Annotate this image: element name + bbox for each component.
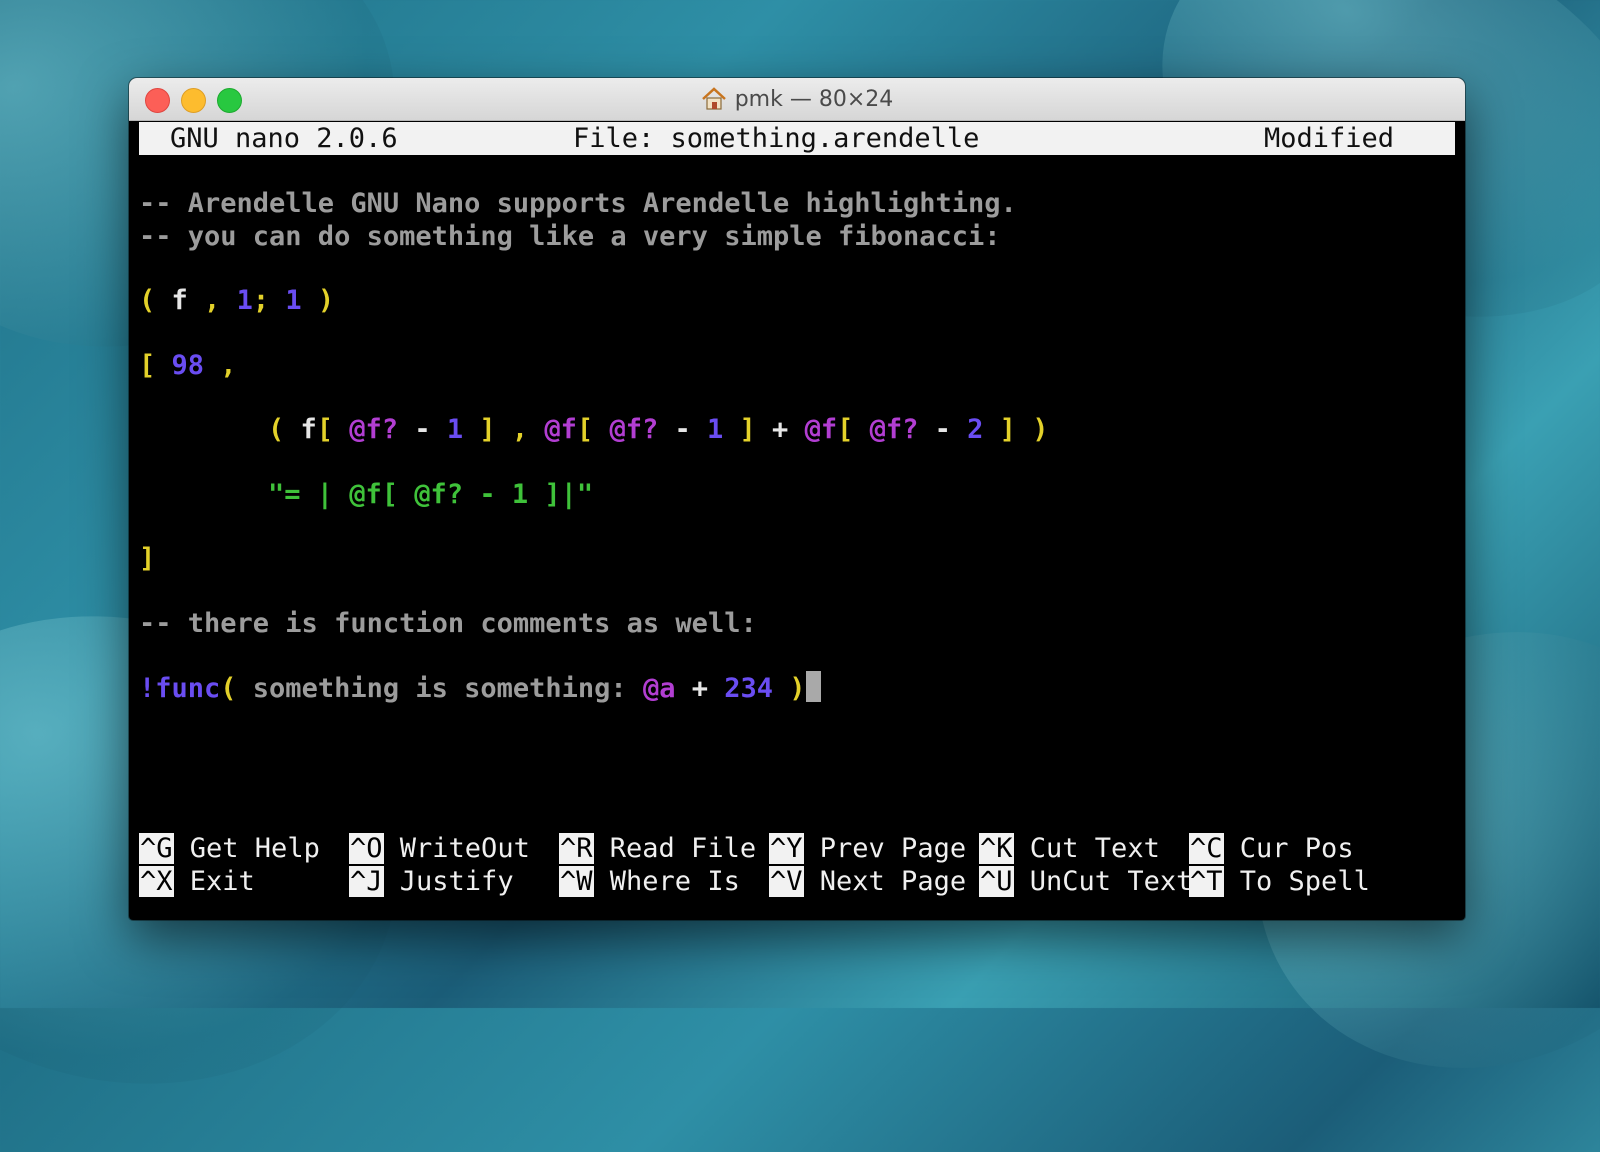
shortcut-key: ^W: [559, 866, 594, 897]
code-line: ]: [139, 543, 156, 574]
code-token: [: [576, 414, 610, 445]
shortcut-cut-text[interactable]: ^K Cut Text: [979, 832, 1160, 865]
code-token: @f?: [609, 414, 659, 445]
code-token: ;: [252, 285, 286, 316]
shortcut-next-page[interactable]: ^V Next Page: [769, 865, 966, 898]
shortcut-read-file[interactable]: ^R Read File: [559, 832, 756, 865]
code-token: 2: [967, 414, 984, 445]
code-line: !func( something is something: @a + 234 …: [139, 671, 821, 704]
code-token: [: [837, 414, 870, 445]
shortcut-to-spell[interactable]: ^T To Spell: [1189, 865, 1370, 898]
shortcut-key: ^T: [1189, 866, 1224, 897]
code-token: 1: [707, 414, 724, 445]
window-title-area: pmk — 80×24: [129, 78, 1465, 120]
code-token: ]: [723, 414, 773, 445]
nano-version: GNU nano 2.0.6: [170, 123, 398, 154]
shortcut-label: To Spell: [1239, 866, 1370, 897]
code-token: ,: [187, 285, 237, 316]
code-token: 1: [285, 285, 302, 316]
code-token: +: [772, 414, 805, 445]
shortcut-label: Read File: [609, 833, 757, 864]
code-token: [: [139, 350, 172, 381]
shortcut-cur-pos[interactable]: ^C Cur Pos: [1189, 832, 1354, 865]
shortcut-uncut-text[interactable]: ^U UnCut Text: [979, 865, 1192, 898]
nano-status: Modified: [1264, 123, 1395, 154]
shortcut-key: ^Y: [769, 833, 804, 864]
shortcut-key: ^O: [349, 833, 384, 864]
shortcut-where-is[interactable]: ^W Where Is: [559, 865, 740, 898]
code-token: ] ): [983, 414, 1049, 445]
code-token: @f: [544, 414, 577, 445]
shortcut-exit[interactable]: ^X Exit: [139, 865, 255, 898]
code-token: (: [139, 285, 172, 316]
shortcut-label: Next Page: [819, 866, 967, 897]
code-line: [ 98 ,: [139, 349, 237, 382]
code-comment-line: -- you can do something like a very simp…: [139, 221, 1001, 252]
nano-header: GNU nano 2.0.6 File: something.arendelle…: [139, 122, 1455, 155]
shortcut-key: ^K: [979, 833, 1014, 864]
code-token: !func: [139, 673, 221, 704]
shortcut-key: ^U: [979, 866, 1014, 897]
code-token: 1: [446, 414, 464, 445]
code-token: 1: [236, 285, 253, 316]
terminal-content[interactable]: GNU nano 2.0.6 File: something.arendelle…: [139, 122, 1455, 920]
code-token: -: [398, 414, 447, 445]
code-comment-line: -- Arendelle GNU Nano supports Arendelle…: [139, 188, 1017, 219]
shortcut-writeout[interactable]: ^O WriteOut: [349, 832, 530, 865]
shortcut-label: Justify: [399, 866, 514, 897]
code-token: ): [773, 673, 806, 704]
code-token: @f?: [869, 414, 919, 445]
code-token: f: [171, 285, 188, 316]
terminal-window[interactable]: pmk — 80×24 GNU nano 2.0.6 File: somethi…: [129, 78, 1465, 920]
shortcut-label: Prev Page: [819, 833, 967, 864]
shortcut-label: UnCut Text: [1029, 866, 1193, 897]
code-token: 234: [724, 673, 774, 704]
code-string-line: "= | @f[ @f? - 1 ]|": [268, 479, 594, 510]
shortcut-label: Cut Text: [1029, 833, 1160, 864]
shortcut-key: ^R: [559, 833, 594, 864]
code-token: +: [675, 673, 725, 704]
text-cursor: [805, 671, 821, 702]
code-token: @a: [642, 673, 676, 704]
code-line: ( f , 1; 1 ): [139, 284, 334, 317]
code-token: 98: [171, 350, 205, 381]
shortcut-key: ^V: [769, 866, 804, 897]
code-token: [: [316, 414, 350, 445]
code-token: @f?: [349, 414, 399, 445]
shortcut-label: Get Help: [189, 833, 320, 864]
shortcut-prev-page[interactable]: ^Y Prev Page: [769, 832, 966, 865]
code-token: ): [301, 285, 335, 316]
shortcut-label: Exit: [189, 866, 255, 897]
shortcut-key: ^J: [349, 866, 384, 897]
code-token: ,: [204, 350, 237, 381]
title-bar[interactable]: pmk — 80×24: [129, 78, 1465, 121]
code-token: ] ,: [463, 414, 545, 445]
code-comment-line: -- there is function comments as well:: [139, 608, 757, 639]
window-title: pmk — 80×24: [734, 86, 894, 112]
shortcut-label: Cur Pos: [1239, 833, 1354, 864]
nano-filename: File: something.arendelle: [573, 123, 980, 154]
code-token: -: [658, 414, 707, 445]
shortcut-key: ^G: [139, 833, 174, 864]
code-token: something is something:: [252, 673, 643, 704]
code-token: f: [300, 414, 317, 445]
code-token: -: [918, 414, 968, 445]
shortcut-label: Where Is: [609, 866, 740, 897]
home-icon: [701, 87, 726, 110]
code-token: (: [268, 414, 301, 445]
shortcut-get-help[interactable]: ^G Get Help: [139, 832, 320, 865]
shortcut-justify[interactable]: ^J Justify: [349, 865, 514, 898]
shortcut-key: ^X: [139, 866, 174, 897]
shortcut-label: WriteOut: [399, 833, 530, 864]
shortcut-key: ^C: [1189, 833, 1224, 864]
code-token: @f: [804, 414, 838, 445]
code-token: (: [220, 673, 253, 704]
code-line: ( f[ @f? - 1 ] , @f[ @f? - 1 ] + @f[ @f?…: [268, 413, 1048, 446]
